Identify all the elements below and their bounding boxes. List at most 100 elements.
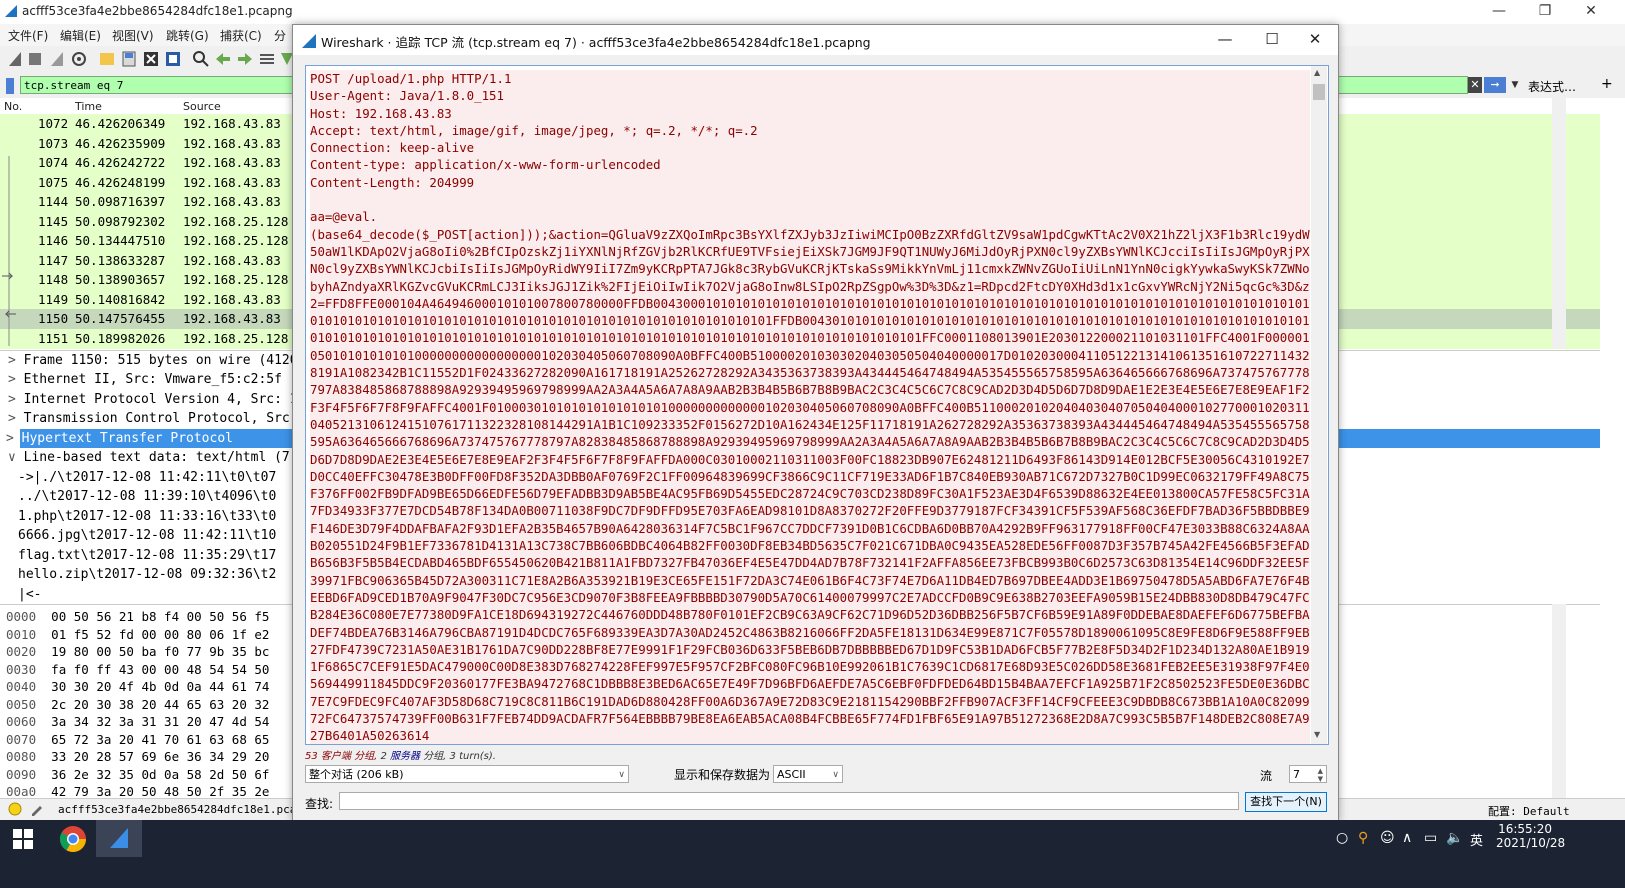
find-input[interactable] [339, 792, 1239, 810]
column-time[interactable]: Time [75, 100, 102, 113]
packet-source: 192.168.25.128 [183, 330, 289, 346]
stream-summary: 53 客户端 分组, 2 服务器 分组, 3 turn(s). [305, 751, 496, 762]
menu-capture[interactable]: 捕获(C) [220, 27, 262, 44]
stream-number-stepper[interactable]: 7 ▲ ▼ [1289, 765, 1327, 783]
hex-row[interactable]: 0070 65 72 3a 20 41 70 61 63 68 65 [6, 730, 269, 749]
open-file-icon[interactable] [98, 50, 116, 68]
tree-item-text-line[interactable]: ../\t2017-12-08 11:39:10\t4096\t0 [18, 487, 276, 506]
hex-row[interactable]: 0040 30 30 20 4f 4b 0d 0a 44 61 74 [6, 677, 269, 696]
tree-item-text-line[interactable]: flag.txt\t2017-12-08 11:35:29\t17 [18, 546, 276, 565]
taskbar-clock[interactable]: 16:55:20 2021/10/28 [1496, 822, 1565, 850]
chevron-down-icon: ∨ [618, 770, 625, 780]
tree-item-text-line[interactable]: |<- [18, 585, 41, 604]
dialog-minimize-button[interactable]: — [1203, 25, 1247, 55]
reload-file-icon[interactable] [164, 50, 182, 68]
display-filter-input-tail[interactable] [1338, 76, 1468, 94]
tree-item-line-based-text[interactable]: ∨ Line-based text data: text/html (7 [0, 448, 290, 467]
expert-info-icon[interactable] [8, 802, 22, 816]
taskbar-wireshark-button[interactable] [96, 820, 142, 857]
filter-history-dropdown[interactable]: ▼ [1508, 77, 1522, 93]
hex-row[interactable]: 0000 00 50 56 21 b8 f4 00 50 56 f5 [6, 607, 269, 626]
dialog-close-button[interactable]: ✕ [1293, 25, 1337, 55]
packet-no: 1075 [38, 174, 69, 190]
menu-analyze[interactable]: 分 [274, 27, 286, 44]
packet-no: 1151 [38, 330, 69, 346]
menu-go[interactable]: 跳转(G) [166, 27, 209, 44]
search-circle-icon[interactable]: ○ [1336, 830, 1348, 846]
conversation-select[interactable]: 整个对话 (206 kB) ∨ [305, 765, 629, 783]
add-filter-button[interactable]: + [1601, 76, 1613, 92]
bytes-pane-scrollbar[interactable] [1552, 604, 1566, 798]
tray-people-icon[interactable]: ☺ [1380, 830, 1395, 846]
hex-row[interactable]: 0020 19 80 00 50 ba f0 77 9b 35 bc [6, 642, 269, 661]
blank-line [310, 191, 1310, 209]
windows-start-icon[interactable] [12, 828, 34, 850]
menu-edit[interactable]: 编辑(E) [60, 27, 101, 44]
tray-chevron-icon[interactable]: ∧ [1402, 830, 1412, 846]
stream-scroll-thumb[interactable] [1313, 84, 1325, 100]
packet-list-scrollbar[interactable] [1552, 98, 1566, 348]
restart-capture-icon[interactable] [48, 50, 66, 68]
chrome-icon[interactable] [58, 824, 88, 854]
start-capture-icon[interactable] [6, 50, 24, 68]
hex-row[interactable]: 0030 fa f0 ff 43 00 00 48 54 54 50 [6, 660, 269, 679]
tree-item-text-line[interactable]: 6666.jpg\t2017-12-08 11:42:11\t10 [18, 526, 276, 545]
scroll-up-icon[interactable]: ▲ [1314, 68, 1320, 77]
main-restore-button[interactable]: ❐ [1522, 0, 1568, 24]
status-filename: acfff53ce3fa4e2bbe8654284dfc18e1.pcapng [58, 803, 317, 816]
network-icon[interactable]: ▭ [1424, 830, 1437, 846]
hex-row[interactable]: 0090 36 2e 32 35 0d 0a 58 2d 50 6f [6, 765, 269, 784]
packet-time: 50.189982026 [75, 330, 166, 346]
volume-icon[interactable]: 🔈 [1446, 830, 1463, 846]
go-to-packet-icon[interactable] [258, 50, 276, 68]
display-filter-input[interactable]: tcp.stream eq 7 [20, 76, 298, 94]
tree-item-ethernet[interactable]: > Ethernet II, Src: Vmware_f5:c2:5f ( [0, 370, 298, 389]
status-profile[interactable]: 配置: Default [1488, 803, 1570, 819]
search-tray-icon[interactable]: ⚲ [1358, 830, 1368, 846]
save-file-icon[interactable] [120, 50, 138, 68]
hex-row[interactable]: 0060 3a 34 32 3a 31 31 20 47 4d 54 [6, 712, 269, 731]
stream-number-label: 流 [1260, 769, 1273, 783]
dialog-titlebar: Wireshark · 追踪 TCP 流 (tcp.stream eq 7) ·… [293, 25, 1338, 55]
menu-view[interactable]: 视图(V) [112, 27, 154, 44]
packet-source: 192.168.43.83 [183, 194, 281, 209]
ime-language-indicator[interactable]: 英 [1470, 830, 1483, 849]
close-file-icon[interactable] [142, 50, 160, 68]
wireshark-fin-icon [5, 5, 17, 17]
data-format-select[interactable]: ASCII ∨ [773, 765, 843, 783]
main-close-button[interactable]: ✕ [1568, 0, 1614, 24]
column-source[interactable]: Source [183, 100, 221, 113]
go-back-icon[interactable] [214, 50, 232, 68]
apply-filter-icon[interactable]: ➞ [1484, 77, 1506, 93]
find-next-button[interactable]: 查找下一个(N) [1245, 792, 1327, 812]
comment-edit-icon[interactable] [30, 802, 44, 816]
stream-content-view[interactable]: POST /upload/1.php HTTP/1.1 User-Agent: J… [305, 65, 1329, 745]
tree-item-text-line[interactable]: 1.php\t2017-12-08 11:33:16\t33\t0 [18, 507, 276, 526]
clear-filter-icon[interactable]: ✕ [1468, 77, 1482, 93]
stream-scrollbar[interactable]: ▲ ▼ [1311, 66, 1327, 744]
hex-row[interactable]: 0050 2c 20 30 38 20 44 65 63 20 32 [6, 695, 269, 714]
tree-item-text-line[interactable]: ->|./\t2017-12-08 11:42:11\t0\t07 [18, 468, 276, 487]
capture-options-icon[interactable] [70, 50, 88, 68]
tree-item-ipv4[interactable]: > Internet Protocol Version 4, Src: 1 [0, 390, 298, 409]
go-forward-icon[interactable] [236, 50, 254, 68]
bookmark-icon[interactable] [4, 77, 18, 95]
tree-item-frame[interactable]: > Frame 1150: 515 bytes on wire (4120 [0, 351, 298, 370]
tree-item-text-line[interactable]: hello.zip\t2017-12-08 09:32:36\t2 [18, 565, 276, 584]
hex-row[interactable]: 0010 01 f5 52 fd 00 00 80 06 1f e2 [6, 625, 269, 644]
request-header: Connection: keep-alive [310, 139, 1310, 157]
dialog-maximize-button[interactable]: ☐ [1250, 25, 1294, 55]
expression-button[interactable]: 表达式… [1528, 78, 1576, 95]
main-minimize-button[interactable]: — [1476, 0, 1522, 24]
stop-capture-icon[interactable] [26, 50, 44, 68]
find-packet-icon[interactable] [192, 50, 210, 68]
hex-row[interactable]: 0080 33 20 28 57 69 6e 36 34 29 20 [6, 747, 269, 766]
find-label: 查找: [305, 797, 334, 811]
menu-file[interactable]: 文件(F) [8, 27, 48, 44]
packet-time: 50.138903657 [75, 272, 166, 287]
packet-no: 1147 [38, 252, 69, 268]
scroll-down-icon[interactable]: ▼ [1314, 730, 1320, 739]
tree-item-tcp[interactable]: > Transmission Control Protocol, Src [0, 409, 290, 428]
stepper-arrows-icon[interactable]: ▲ ▼ [1318, 767, 1323, 783]
column-no[interactable]: No. [4, 100, 22, 113]
